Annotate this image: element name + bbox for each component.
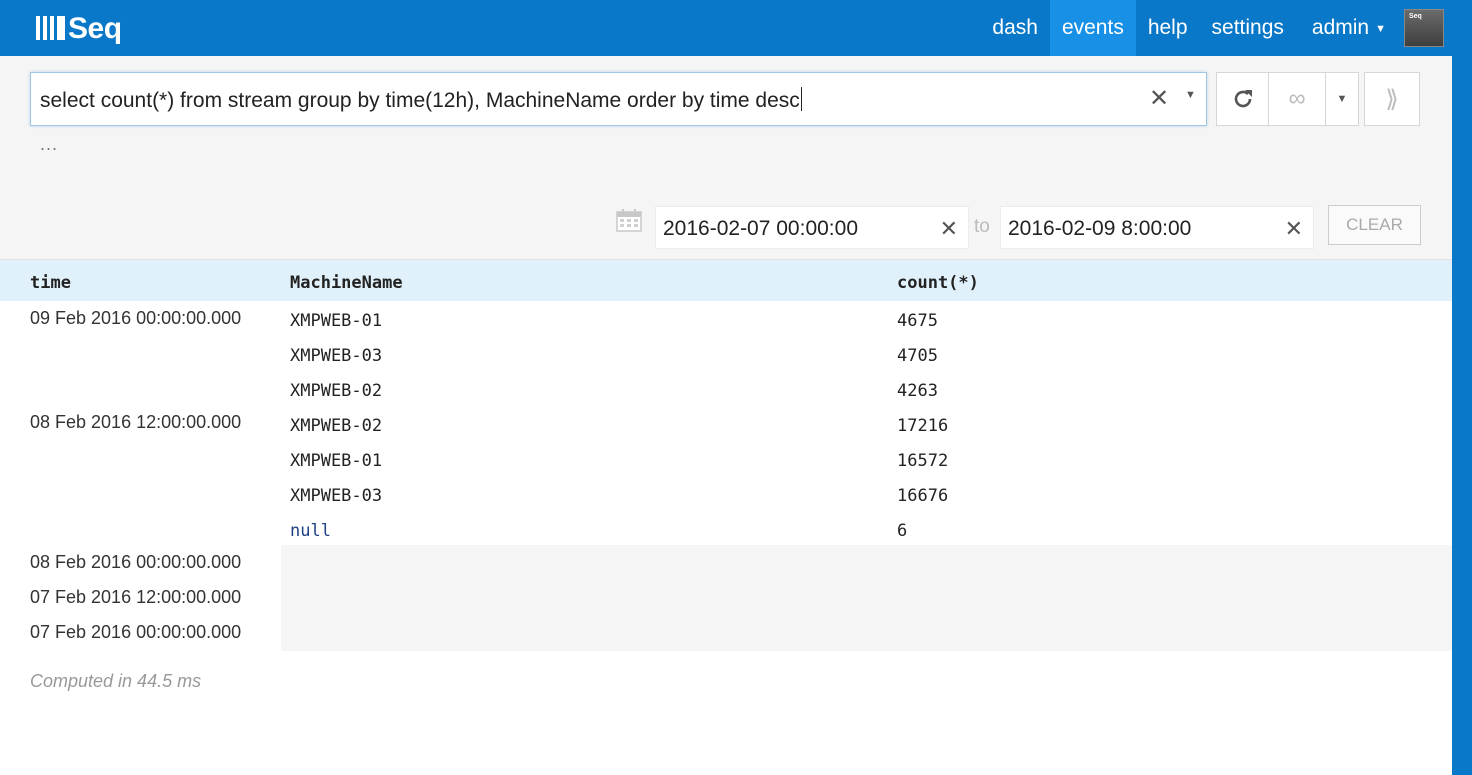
table-row: XMPWEB-01 16572 [0, 441, 1452, 476]
clear-query-icon[interactable]: ✕ [1149, 84, 1169, 113]
machine-cell: XMPWEB-03 [290, 346, 383, 366]
date-from-value: 2016-02-07 00:00:00 [663, 217, 858, 240]
table-row: XMPWEB-03 4705 [0, 336, 1452, 371]
time-cell: 08 Feb 2016 00:00:00.000 [30, 552, 242, 572]
query-panel: select count(*) from stream group by tim… [0, 56, 1452, 260]
seq-logo[interactable]: Seq [36, 13, 122, 47]
scrollbar[interactable] [1452, 56, 1472, 775]
text-cursor [800, 87, 802, 111]
time-cell: 07 Feb 2016 00:00:00.000 [30, 622, 242, 642]
count-cell: 17216 [897, 416, 949, 436]
clear-date-to-icon[interactable]: ✕ [1285, 216, 1303, 242]
logo-text: Seq [68, 12, 122, 45]
machine-cell: XMPWEB-01 [290, 311, 383, 331]
auto-refresh-button[interactable]: ∞ [1269, 72, 1326, 126]
computed-time-note: Computed in 44.5 ms [30, 671, 202, 691]
count-cell: 4675 [897, 311, 938, 331]
step-forward-button[interactable]: ⟫ [1364, 72, 1420, 126]
user-menu[interactable]: admin ▼ [1296, 0, 1404, 56]
table-row: XMPWEB-03 16676 [0, 476, 1452, 511]
top-nav-bar: Seq dash events help settings admin ▼ Se… [0, 0, 1472, 56]
clear-date-from-icon[interactable]: ✕ [940, 216, 958, 242]
refresh-icon [1234, 90, 1252, 108]
count-cell: 6 [897, 521, 908, 541]
table-header: time MachineName count(*) [0, 260, 1452, 301]
clear-range-button[interactable]: CLEAR [1328, 205, 1421, 245]
count-cell: 4263 [897, 381, 938, 401]
logo-bars-icon [36, 16, 65, 40]
date-to-value: 2016-02-09 8:00:00 [1008, 217, 1192, 240]
table-row: null 6 [0, 511, 1452, 546]
query-button-group: ∞ ▼ [1216, 72, 1359, 126]
column-header-count[interactable]: count(*) [897, 273, 979, 293]
query-ellipsis[interactable]: ... [40, 134, 58, 155]
chevron-down-icon: ▼ [1375, 23, 1386, 35]
history-dropdown-icon[interactable]: ▼ [1185, 89, 1196, 101]
double-chevron-right-icon: ⟫ [1385, 85, 1399, 113]
results-table: time MachineName count(*) [0, 260, 1452, 301]
count-cell: 16572 [897, 451, 949, 471]
count-cell: 16676 [897, 486, 949, 506]
nav-help[interactable]: help [1136, 0, 1200, 56]
query-text: select count(*) from stream group by tim… [40, 87, 802, 112]
machine-cell: XMPWEB-03 [290, 486, 383, 506]
refresh-button[interactable] [1216, 72, 1269, 126]
table-row: XMPWEB-02 4263 [0, 371, 1452, 406]
count-cell: 4705 [897, 346, 938, 366]
machine-cell: XMPWEB-02 [290, 416, 383, 436]
infinity-icon: ∞ [1288, 85, 1306, 112]
date-range-to-label: to [974, 216, 990, 237]
table-row: XMPWEB-02 17216 [0, 406, 1452, 441]
machine-cell: XMPWEB-02 [290, 381, 383, 401]
table-row: XMPWEB-01 4675 [0, 301, 1452, 336]
time-cell: 07 Feb 2016 12:00:00.000 [30, 587, 242, 607]
scrollbar-thumb[interactable] [1452, 56, 1472, 775]
refresh-options-button[interactable]: ▼ [1326, 72, 1359, 126]
avatar-logo-text: Seq [1409, 13, 1422, 20]
column-header-time[interactable]: time [30, 273, 71, 293]
nav-dash[interactable]: dash [980, 0, 1050, 56]
date-from-field[interactable]: 2016-02-07 00:00:00 ✕ [655, 206, 969, 249]
nav-settings[interactable]: settings [1200, 0, 1296, 56]
query-input[interactable]: select count(*) from stream group by tim… [30, 72, 1207, 126]
nav-events[interactable]: events [1049, 0, 1136, 56]
date-to-field[interactable]: 2016-02-09 8:00:00 ✕ [1000, 206, 1314, 249]
main-nav: dash events help settings admin ▼ Seq [980, 0, 1472, 56]
user-name: admin [1311, 16, 1370, 39]
column-header-machinename[interactable]: MachineName [290, 273, 403, 293]
machine-cell: XMPWEB-01 [290, 451, 383, 471]
avatar[interactable]: Seq [1404, 9, 1444, 47]
machine-cell-null: null [290, 521, 331, 541]
empty-result-area [281, 545, 1452, 651]
chevron-down-icon: ▼ [1336, 93, 1348, 105]
calendar-icon[interactable] [616, 208, 642, 232]
